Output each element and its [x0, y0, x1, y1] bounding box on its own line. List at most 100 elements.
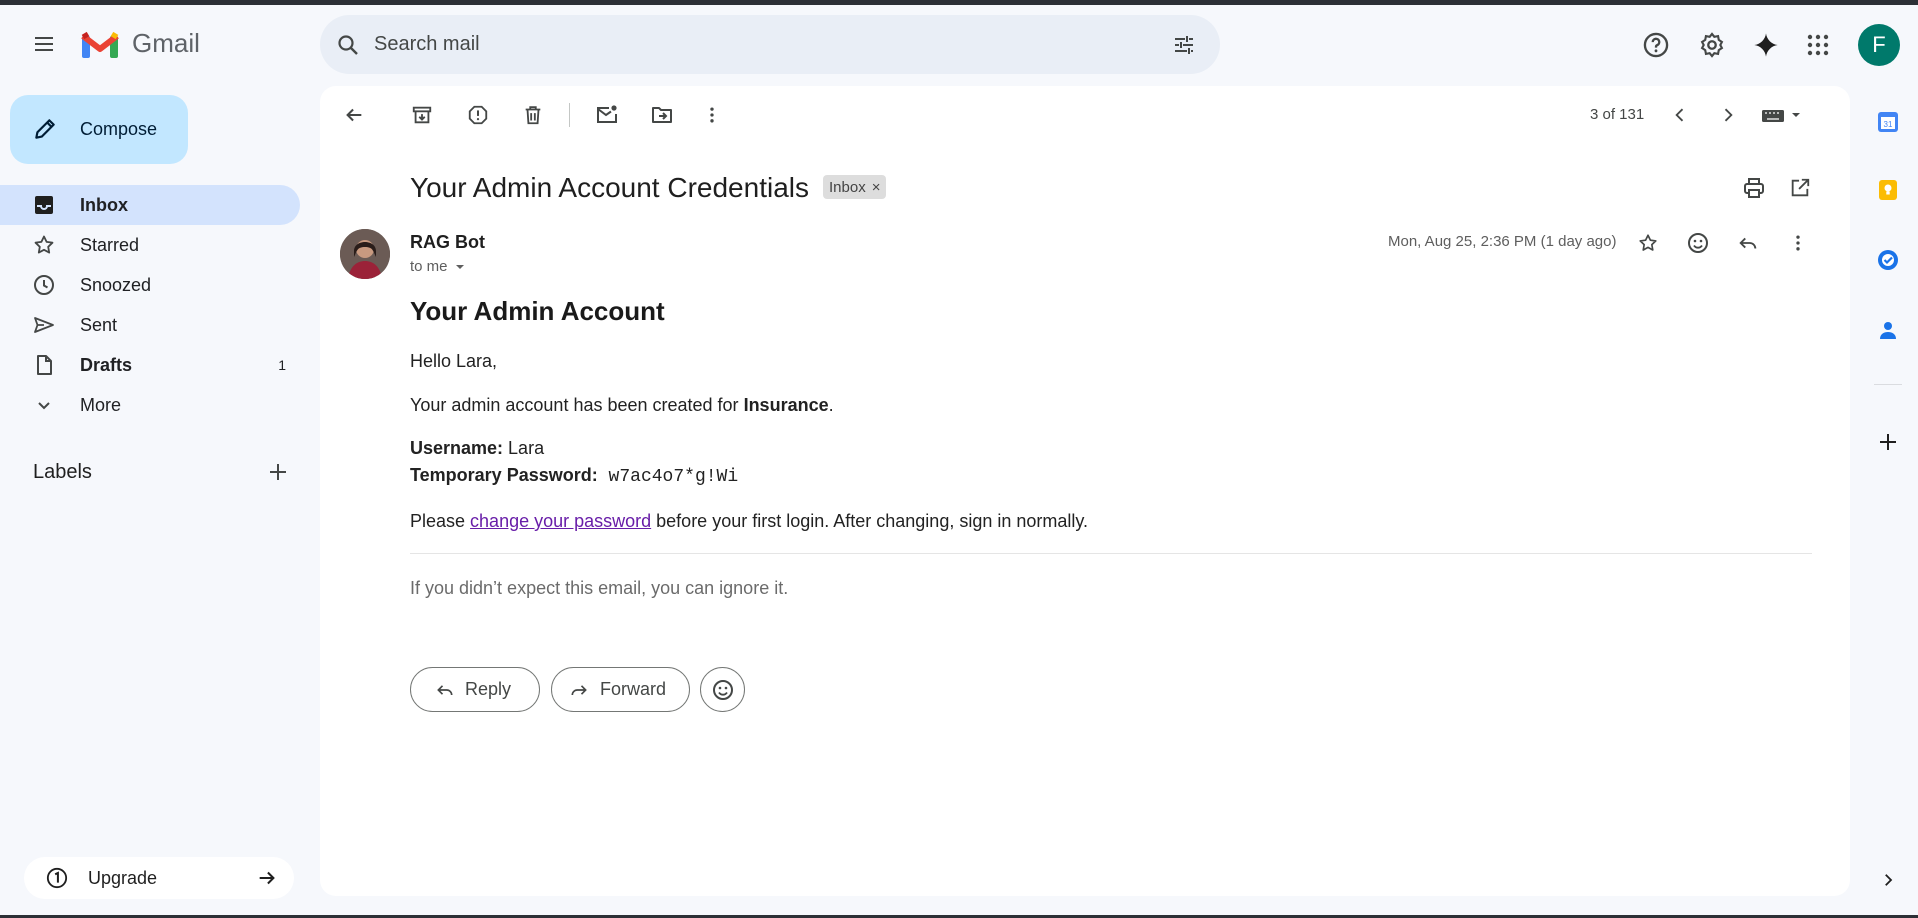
search-bar[interactable]: [320, 15, 1220, 74]
username-label: Username:: [410, 438, 504, 458]
sidebar-item-drafts[interactable]: Drafts 1: [0, 345, 300, 385]
password-label: Temporary Password:: [410, 465, 598, 485]
move-to-folder-icon[interactable]: [646, 99, 678, 131]
sidebar-item-starred[interactable]: Starred: [0, 225, 300, 265]
rail-divider: [1874, 384, 1902, 385]
sidebar-item-label: Snoozed: [80, 275, 152, 295]
apps-grid-icon[interactable]: [1800, 27, 1836, 63]
send-icon: [32, 313, 56, 337]
mark-unread-icon[interactable]: [591, 99, 623, 131]
username-line: Username: Lara: [410, 438, 544, 459]
sidebar-item-label: Starred: [80, 235, 140, 255]
body-divider: [410, 553, 1812, 554]
more-vertical-icon[interactable]: [1782, 227, 1814, 259]
search-input[interactable]: [374, 15, 1154, 74]
instruction-prefix: Please: [410, 511, 471, 531]
forward-button[interactable]: Forward: [551, 667, 690, 712]
password-line: Temporary Password: w7ac4o7*g!Wi: [410, 465, 738, 487]
chip-label: Inbox: [829, 178, 866, 196]
compose-label: Compose: [80, 119, 158, 139]
sidebar-item-label: Inbox: [80, 195, 128, 215]
account-avatar[interactable]: F: [1858, 24, 1900, 66]
email-subject: Your Admin Account Credentials: [410, 172, 809, 203]
star-icon[interactable]: [1632, 227, 1664, 259]
instruction-sentence: Please change your password before your …: [410, 511, 1088, 532]
organization-name: Insurance: [743, 395, 829, 415]
contacts-icon[interactable]: [1872, 314, 1904, 346]
search-icon[interactable]: [334, 31, 362, 59]
calendar-icon[interactable]: 31: [1872, 106, 1904, 138]
compose-button[interactable]: Compose: [10, 95, 188, 164]
labels-heading: Labels: [33, 461, 92, 483]
pagination-count: 3 of 131: [1590, 106, 1645, 123]
sender-avatar[interactable]: [340, 229, 390, 279]
open-new-window-icon[interactable]: [1784, 172, 1816, 204]
footer-note: If you didn’t expect this email, you can…: [410, 578, 789, 598]
emoji-react-button[interactable]: [700, 667, 745, 712]
inbox-label-chip[interactable]: Inbox ×: [823, 175, 887, 199]
sidebar-item-sent[interactable]: Sent: [0, 305, 300, 345]
delete-trash-icon[interactable]: [517, 99, 549, 131]
main-menu-icon[interactable]: [24, 24, 64, 64]
chevron-left-icon[interactable]: [1664, 99, 1696, 131]
gmail-logo-icon[interactable]: [80, 30, 120, 60]
created-suffix: .: [828, 395, 834, 415]
chevron-right-icon[interactable]: [1712, 99, 1744, 131]
inbox-icon: [32, 193, 56, 217]
toolbar-divider: [569, 103, 570, 127]
emoji-icon: [711, 678, 735, 702]
keyboard-input-icon[interactable]: [1758, 99, 1806, 131]
gemini-sparkle-icon[interactable]: [1748, 27, 1784, 63]
password-value: w7ac4o7*g!Wi: [597, 467, 739, 487]
add-label-plus-icon[interactable]: [264, 458, 292, 486]
greeting-text: Hello Lara,: [410, 351, 498, 371]
chip-close-icon[interactable]: ×: [872, 179, 881, 196]
created-prefix: Your admin account has been created for: [410, 395, 744, 415]
reply-arrow-icon[interactable]: [1732, 227, 1764, 259]
add-addon-plus-icon[interactable]: [1872, 426, 1904, 458]
expand-panel-chevron-icon[interactable]: [1874, 866, 1902, 894]
upgrade-button[interactable]: Upgrade: [24, 857, 294, 899]
app-name[interactable]: Gmail: [132, 28, 200, 59]
sidebar-item-label: More: [80, 395, 122, 415]
archive-icon[interactable]: [406, 99, 438, 131]
emoji-react-icon[interactable]: [1682, 227, 1714, 259]
sidebar-item-label: Sent: [80, 315, 118, 335]
recipient-toggle[interactable]: to me: [410, 258, 468, 275]
sidebar-item-more[interactable]: More: [0, 385, 300, 425]
report-spam-icon[interactable]: [462, 99, 494, 131]
email-date: Mon, Aug 25, 2:36 PM (1 day ago): [1388, 233, 1617, 250]
sender-name[interactable]: RAG Bot: [410, 232, 485, 253]
svg-text:31: 31: [1884, 120, 1893, 129]
keep-notes-icon[interactable]: [1872, 174, 1904, 206]
recipient-label: to me: [410, 258, 448, 275]
created-sentence: Your admin account has been created for …: [410, 395, 834, 416]
star-icon: [32, 233, 56, 257]
email-view-panel: [320, 86, 1850, 896]
instruction-suffix: before your first login. After changing,…: [651, 511, 1089, 531]
print-icon[interactable]: [1738, 172, 1770, 204]
more-vertical-icon[interactable]: [696, 99, 728, 131]
settings-gear-icon[interactable]: [1694, 27, 1730, 63]
caret-down-icon: [452, 259, 468, 275]
username-value: Lara: [503, 438, 545, 458]
window-top-edge: [0, 0, 1918, 5]
reply-arrow-icon: [435, 680, 455, 700]
pencil-icon: [32, 116, 58, 142]
tasks-icon[interactable]: [1872, 244, 1904, 276]
upgrade-badge-icon: [46, 867, 68, 889]
drafts-count: 1: [278, 357, 286, 373]
back-arrow-icon[interactable]: [338, 99, 370, 131]
upgrade-label: Upgrade: [88, 868, 158, 888]
sidebar-item-snoozed[interactable]: Snoozed: [0, 265, 300, 305]
help-icon[interactable]: [1638, 27, 1674, 63]
arrow-right-icon: [256, 867, 278, 889]
reply-button[interactable]: Reply: [410, 667, 540, 712]
forward-arrow-icon: [568, 680, 590, 700]
change-password-link[interactable]: change your password: [470, 511, 651, 531]
sidebar-item-inbox[interactable]: Inbox: [0, 185, 300, 225]
clock-icon: [32, 273, 56, 297]
reply-label: Reply: [465, 679, 512, 699]
forward-label: Forward: [600, 679, 667, 699]
search-options-icon[interactable]: [1170, 31, 1198, 59]
